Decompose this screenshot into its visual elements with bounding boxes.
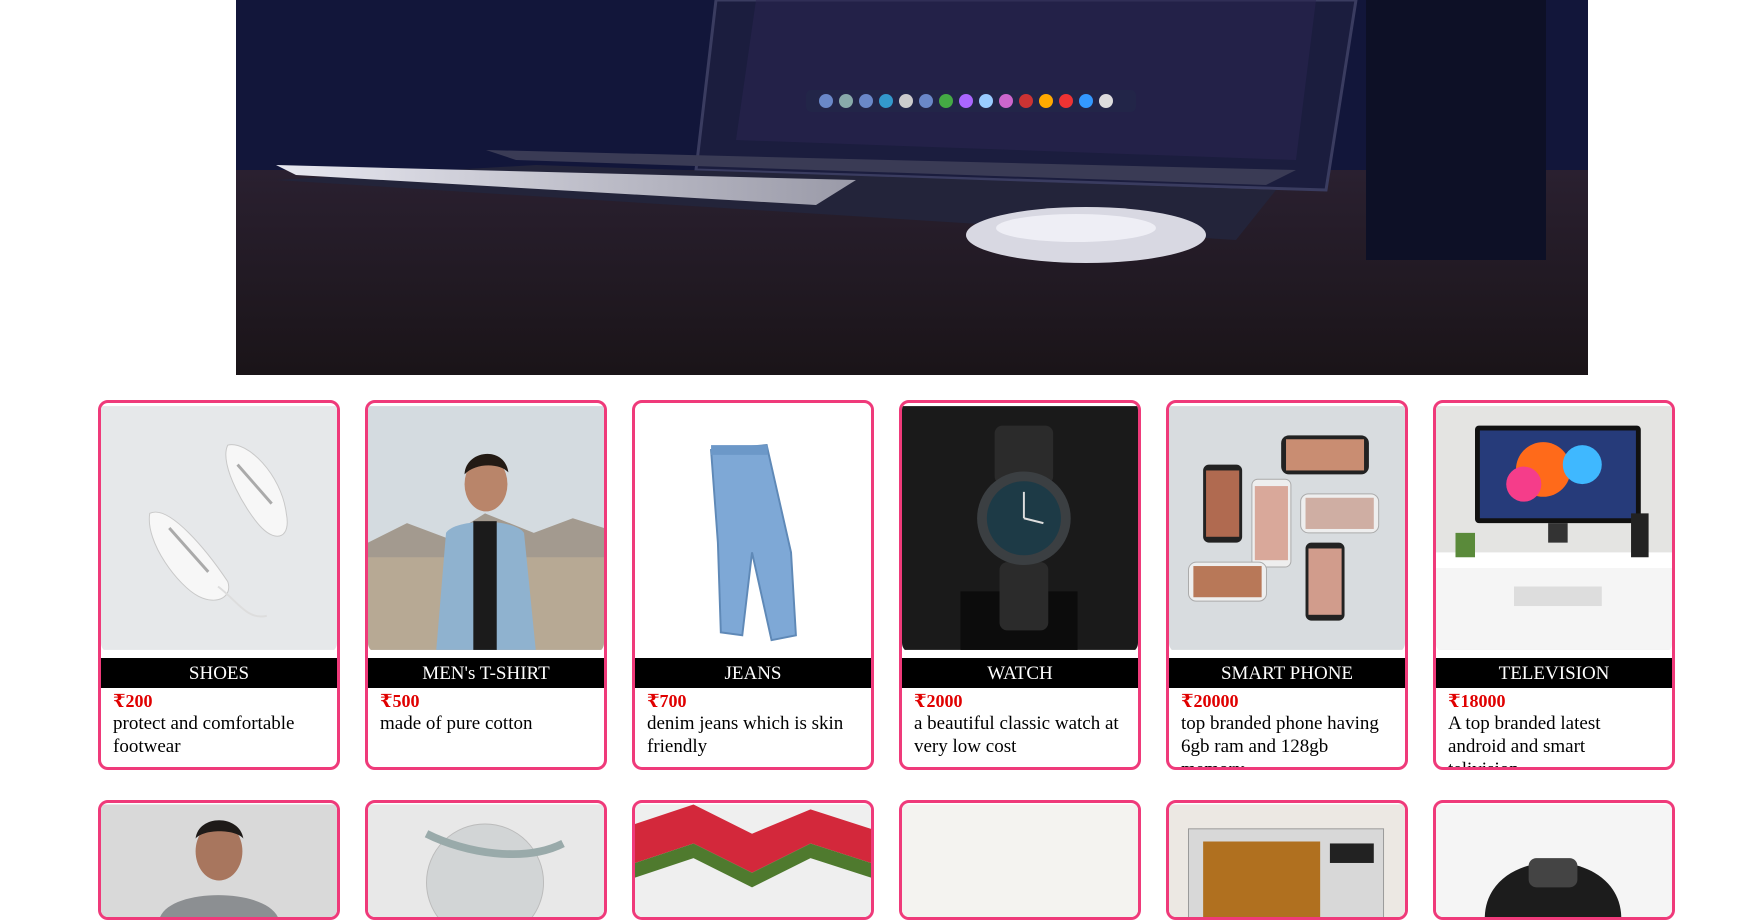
product-image-television[interactable]	[1436, 403, 1672, 653]
product-card-smart-phone[interactable]: SMART PHONE ₹20000 top branded phone hav…	[1166, 400, 1408, 770]
product-image-jeans[interactable]	[635, 403, 871, 653]
product-card[interactable]	[632, 800, 874, 920]
product-card-mens-tshirt[interactable]: MEN's T-SHIRT ₹500 made of pure cotton	[365, 400, 607, 770]
watch-image	[902, 406, 1138, 650]
sneakers-image	[101, 406, 337, 650]
product-title: JEANS	[635, 658, 871, 688]
man-hoodie-image	[101, 804, 337, 917]
product-card-shoes[interactable]: SHOES ₹200 protect and comfortable footw…	[98, 400, 340, 770]
product-card[interactable]	[98, 800, 340, 920]
product-title: SHOES	[101, 658, 337, 688]
blank-product-image	[902, 804, 1138, 917]
product-description: protect and comfortable footwear	[113, 713, 295, 757]
product-description: top branded phone having 6gb ram and 128…	[1181, 713, 1379, 770]
product-title: MEN's T-SHIRT	[368, 658, 604, 688]
product-title: SMART PHONE	[1169, 658, 1405, 688]
product-card-jeans[interactable]: JEANS ₹700 denim jeans which is skin fri…	[632, 400, 874, 770]
product-image-shoes[interactable]	[101, 403, 337, 653]
product-card-watch[interactable]: WATCH ₹2000 a beautiful classic watch at…	[899, 400, 1141, 770]
product-title: WATCH	[902, 658, 1138, 688]
jeans-image	[635, 406, 871, 650]
product-card-television[interactable]: TELEVISION ₹18000 A top branded latest a…	[1433, 400, 1675, 770]
product-image-fabric[interactable]	[635, 803, 871, 917]
hero-banner	[236, 0, 1588, 375]
silver-cutlery-image	[368, 804, 604, 917]
hero-laptop-image	[236, 0, 1588, 375]
product-image-mens-tshirt[interactable]	[368, 403, 604, 653]
black-appliance-image	[1436, 804, 1672, 917]
product-card[interactable]	[1433, 800, 1675, 920]
product-description: a beautiful classic watch at very low co…	[914, 713, 1119, 757]
product-price: ₹200	[113, 691, 153, 711]
product-image-hoodie[interactable]	[101, 803, 337, 917]
product-card[interactable]	[899, 800, 1141, 920]
embroidered-fabric-image	[635, 804, 871, 917]
product-image-blank[interactable]	[902, 803, 1138, 917]
man-denim-jacket-image	[368, 406, 604, 650]
product-image-watch[interactable]	[902, 403, 1138, 653]
product-title: TELEVISION	[1436, 658, 1672, 688]
product-grid-row-2	[98, 800, 1675, 920]
product-description: made of pure cotton	[380, 713, 533, 734]
product-price: ₹700	[647, 691, 687, 711]
desk-monitor-image	[1436, 406, 1672, 650]
product-card[interactable]	[1166, 800, 1408, 920]
product-price: ₹18000	[1448, 691, 1506, 711]
product-grid-row-1: SHOES ₹200 protect and comfortable footw…	[98, 400, 1675, 770]
smartphones-image	[1169, 406, 1405, 650]
product-image-appliance[interactable]	[1436, 803, 1672, 917]
product-image-microwave[interactable]	[1169, 803, 1405, 917]
product-description: denim jeans which is skin friendly	[647, 713, 844, 757]
product-card[interactable]	[365, 800, 607, 920]
product-image-cutlery[interactable]	[368, 803, 604, 917]
product-price: ₹20000	[1181, 691, 1239, 711]
product-price: ₹500	[380, 691, 420, 711]
microwave-image	[1169, 804, 1405, 917]
product-price: ₹2000	[914, 691, 963, 711]
product-image-smart-phone[interactable]	[1169, 403, 1405, 653]
product-description: A top branded latest android and smart t…	[1448, 713, 1601, 770]
